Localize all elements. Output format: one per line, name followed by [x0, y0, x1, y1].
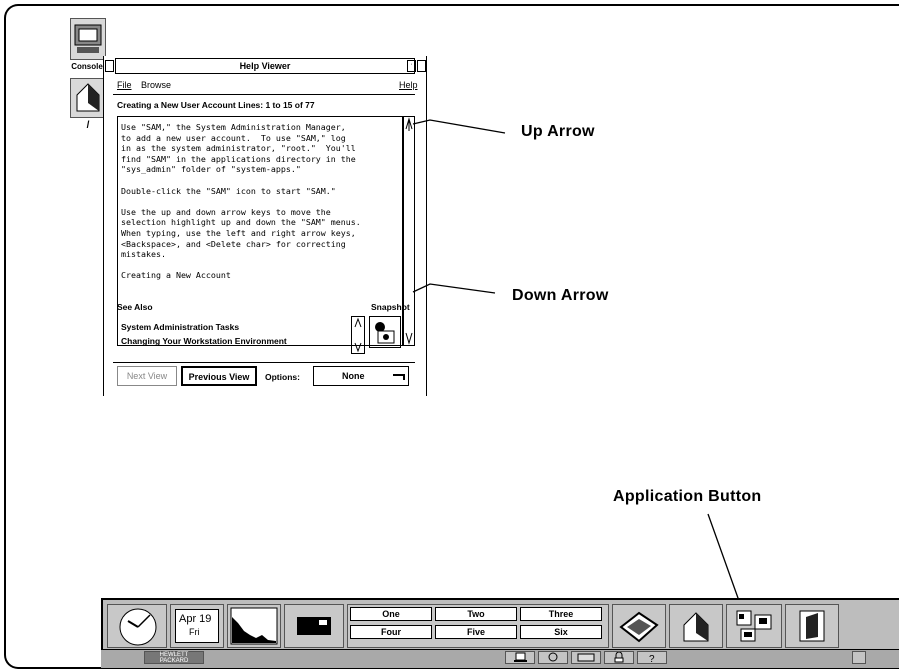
- busy-light: [852, 651, 866, 664]
- application-button[interactable]: [726, 604, 782, 648]
- exit-door-icon: [799, 610, 825, 642]
- date-month-day: Apr 19: [179, 613, 212, 625]
- home-cell[interactable]: [669, 604, 723, 648]
- terminal-small-icon: [514, 652, 527, 662]
- trash-cell[interactable]: [785, 604, 839, 648]
- workspace-button[interactable]: Three: [520, 607, 602, 621]
- workspace-button[interactable]: Six: [520, 625, 602, 639]
- palette-icon: [548, 652, 558, 662]
- workspace-button[interactable]: Five: [435, 625, 517, 639]
- front-panel-subbar: [101, 649, 899, 668]
- style-control[interactable]: [538, 651, 568, 664]
- workspace-button[interactable]: Four: [350, 625, 432, 639]
- load-graph-icon: [230, 607, 278, 645]
- lock-control[interactable]: [604, 651, 634, 664]
- help-question-icon: ?: [649, 654, 655, 665]
- callout-down-arrow: Down Arrow: [512, 287, 609, 304]
- printer-icon: [619, 611, 659, 643]
- lock-icon: [614, 651, 624, 663]
- clock-icon: [119, 608, 157, 646]
- clock-cell[interactable]: [107, 604, 167, 648]
- printer-cell[interactable]: [612, 604, 666, 648]
- callout-application-button: Application Button: [613, 488, 762, 505]
- help-control[interactable]: ?: [637, 651, 667, 665]
- hp-logo: HEWLETT PACKARD: [144, 651, 204, 664]
- load-meter-cell[interactable]: [227, 604, 281, 648]
- editor-control[interactable]: [571, 651, 601, 664]
- logo-text: PACKARD: [159, 658, 189, 664]
- text-editor-icon: [577, 653, 595, 662]
- date-weekday: Fri: [189, 627, 200, 637]
- date-cell[interactable]: Apr 19 Fri: [170, 604, 224, 648]
- workspace-button[interactable]: Two: [435, 607, 517, 621]
- workspace-button[interactable]: One: [350, 607, 432, 621]
- callout-lines: [412, 119, 744, 613]
- home-icon: [683, 612, 709, 642]
- application-manager-icon: [736, 610, 772, 642]
- svg-text:?: ?: [649, 654, 655, 663]
- terminal-control[interactable]: [505, 651, 535, 664]
- mail-icon: [297, 617, 331, 635]
- mail-cell[interactable]: [284, 604, 344, 648]
- callout-up-arrow: Up Arrow: [521, 123, 595, 140]
